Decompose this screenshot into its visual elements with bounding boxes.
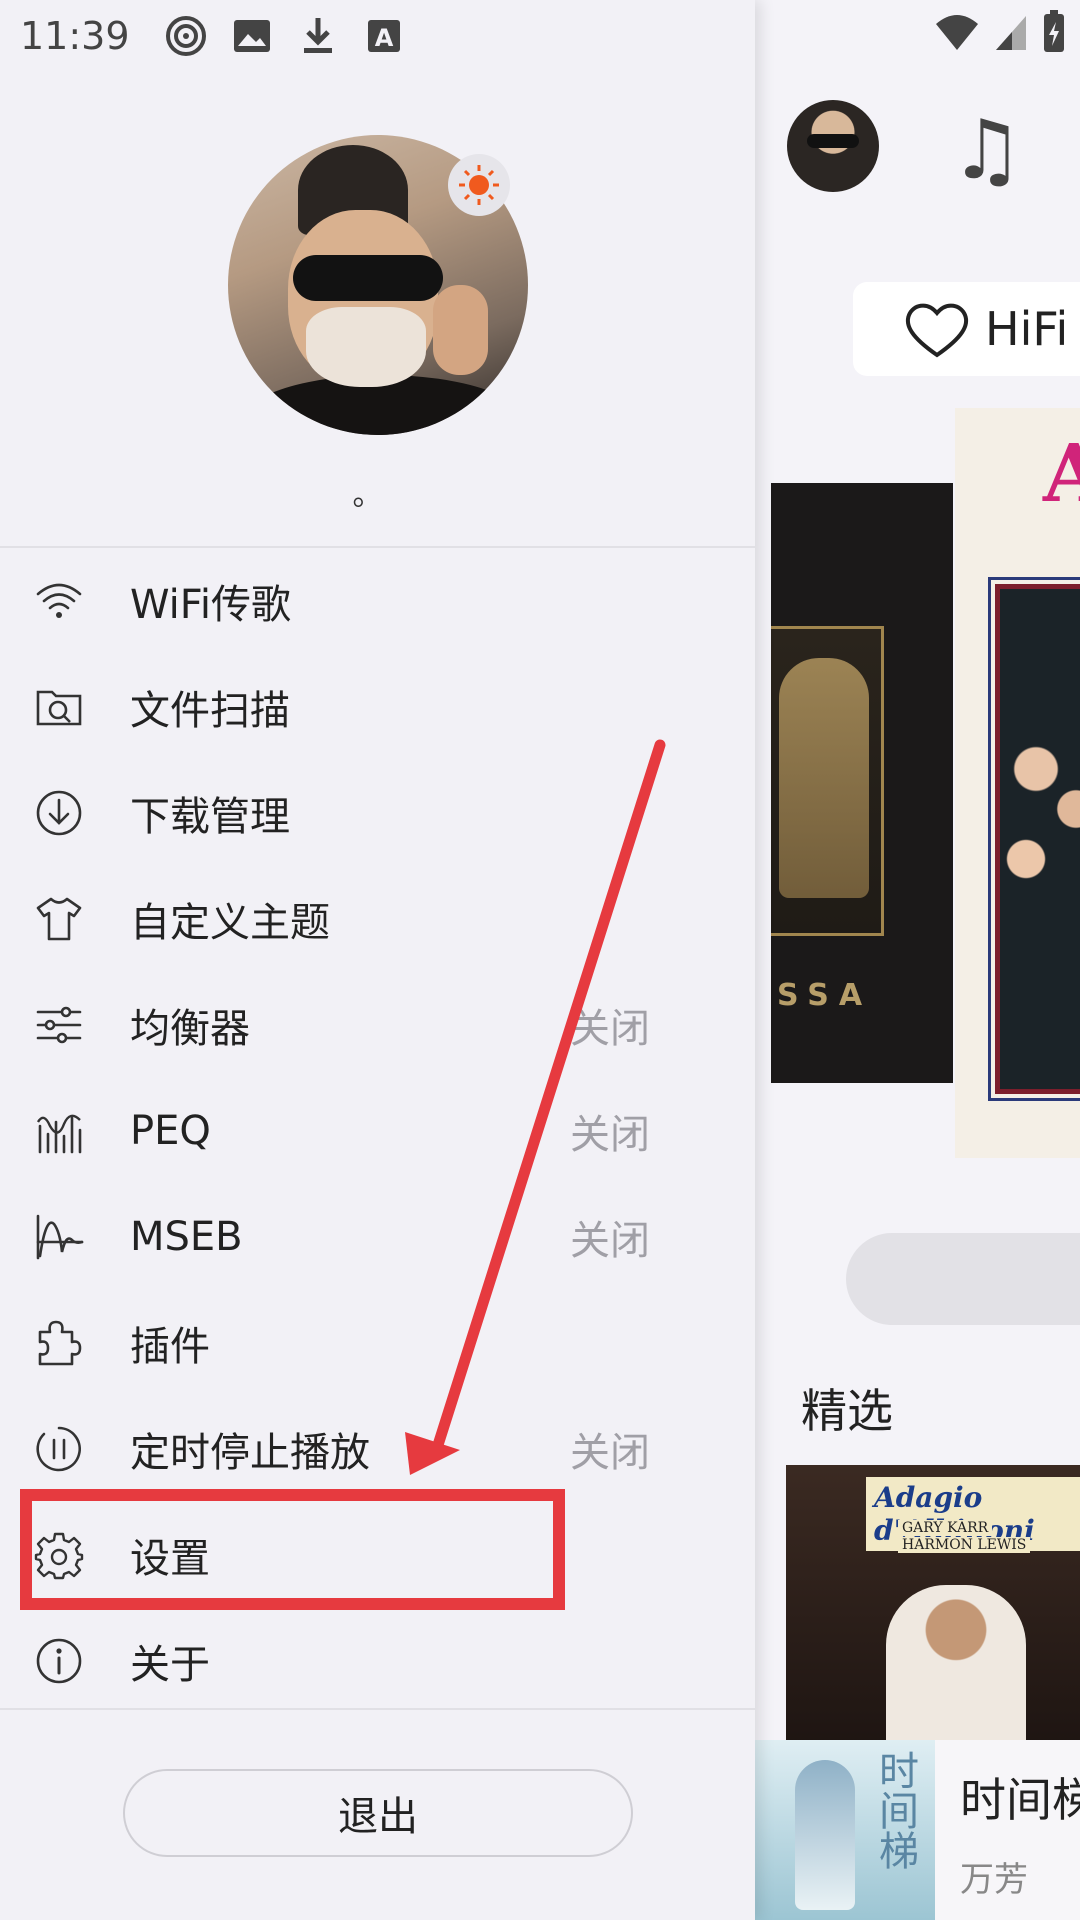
mseb-icon <box>36 1214 84 1260</box>
mini-player-artist: 万芳 <box>960 1860 1028 1900</box>
wifi-icon <box>36 583 82 618</box>
logout-button[interactable]: 退出 <box>123 1769 633 1857</box>
album-cover-left[interactable]: SSA <box>771 483 953 1083</box>
menu-item-status: 关闭 <box>570 1006 650 1052</box>
battery-icon <box>1044 10 1064 52</box>
settings-highlight-box <box>20 1489 565 1610</box>
download-circle-icon <box>36 790 82 836</box>
left-cover-text: SSA <box>777 978 873 1013</box>
menu-item-mseb[interactable]: MSEB 关闭 <box>0 1184 755 1290</box>
info-icon <box>36 1638 82 1684</box>
mini-cover-text: 时间梯 <box>872 1750 918 1870</box>
menu-item-custom-theme[interactable]: 自定义主题 <box>0 866 755 972</box>
featured-cover-line1: GARY KARR <box>898 1520 993 1536</box>
text-icon: A <box>367 20 400 52</box>
menu-item-label: 关于 <box>130 1642 210 1688</box>
sliders-icon <box>36 1006 82 1044</box>
menu-item-status: 关闭 <box>570 1430 650 1476</box>
download-icon <box>303 18 332 53</box>
menu-item-label: 插件 <box>130 1324 210 1370</box>
menu-item-download-manager[interactable]: 下载管理 <box>0 760 755 866</box>
theme-sun-button[interactable] <box>448 154 510 216</box>
profile-header: 。 <box>0 90 755 546</box>
signal-icon <box>996 16 1026 50</box>
menu-item-label: 自定义主题 <box>130 900 330 946</box>
background-search-bar[interactable] <box>846 1233 1080 1325</box>
status-right-icons <box>934 10 1066 54</box>
menu-item-label: WiFi传歌 <box>130 582 291 628</box>
svg-text:A: A <box>374 24 393 52</box>
heart-icon <box>905 303 969 358</box>
menu-item-peq[interactable]: PEQ 关闭 <box>0 1078 755 1184</box>
mini-player-cover[interactable]: 时间梯 <box>755 1740 935 1920</box>
menu-item-label: 定时停止播放 <box>130 1430 370 1476</box>
menu-item-wifi-transfer[interactable]: WiFi传歌 <box>0 548 755 654</box>
timer-icon <box>36 1426 81 1472</box>
username[interactable]: 。 <box>0 470 735 514</box>
background-avatar[interactable] <box>787 100 879 192</box>
menu-item-label: 文件扫描 <box>130 688 290 734</box>
menu-item-sleep-timer[interactable]: 定时停止播放 关闭 <box>0 1396 755 1502</box>
divider-bottom <box>0 1708 755 1710</box>
wifi-icon <box>936 15 978 50</box>
mini-player-title: 时间梯 <box>960 1773 1080 1827</box>
menu-item-file-scan[interactable]: 文件扫描 <box>0 654 755 760</box>
hifi-chip[interactable]: HiFi⁠ <box>853 282 1080 376</box>
music-note-icon[interactable]: ♫ <box>950 110 1024 192</box>
menu-item-about[interactable]: 关于 <box>0 1608 755 1714</box>
status-bar: 11:39 A <box>0 0 755 72</box>
menu-item-label: 下载管理 <box>130 794 290 840</box>
mini-player[interactable]: 时间梯 时间梯 万芳 <box>755 1740 1080 1920</box>
menu-item-label: MSEB <box>130 1214 243 1260</box>
navigation-drawer: 11:39 A 。 WiFi传歌 文件扫描 下载管理 自定义主题 均衡器 关闭 … <box>0 0 755 1920</box>
status-time: 11:39 <box>20 14 130 58</box>
album-cover-right[interactable]: A <box>955 408 1080 1158</box>
nfc-icon <box>165 16 206 56</box>
peq-icon <box>36 1114 82 1154</box>
menu-item-equalizer[interactable]: 均衡器 关闭 <box>0 972 755 1078</box>
menu-item-plugins[interactable]: 插件 <box>0 1290 755 1396</box>
featured-heading: 精选 <box>801 1384 893 1438</box>
background-page: ♫ HiFi⁠ SSA A 精选 Adagio d'Albinoni GARY … <box>755 0 1080 1920</box>
tshirt-icon <box>36 897 82 941</box>
file-scan-icon <box>36 690 82 726</box>
featured-album-cover[interactable]: Adagio d'Albinoni GARY KARR HARMON LEWIS <box>786 1465 1080 1745</box>
puzzle-icon <box>38 1320 82 1366</box>
menu-item-status: 关闭 <box>570 1218 650 1264</box>
menu-item-label: 均衡器 <box>130 1006 250 1052</box>
image-icon <box>233 20 270 52</box>
featured-cover-line2: HARMON LEWIS <box>898 1537 1031 1553</box>
menu-item-label: PEQ <box>130 1108 211 1154</box>
menu-item-status: 关闭 <box>570 1112 650 1158</box>
hifi-label: HiFi⁠ <box>985 302 1069 356</box>
sun-icon <box>459 165 499 205</box>
